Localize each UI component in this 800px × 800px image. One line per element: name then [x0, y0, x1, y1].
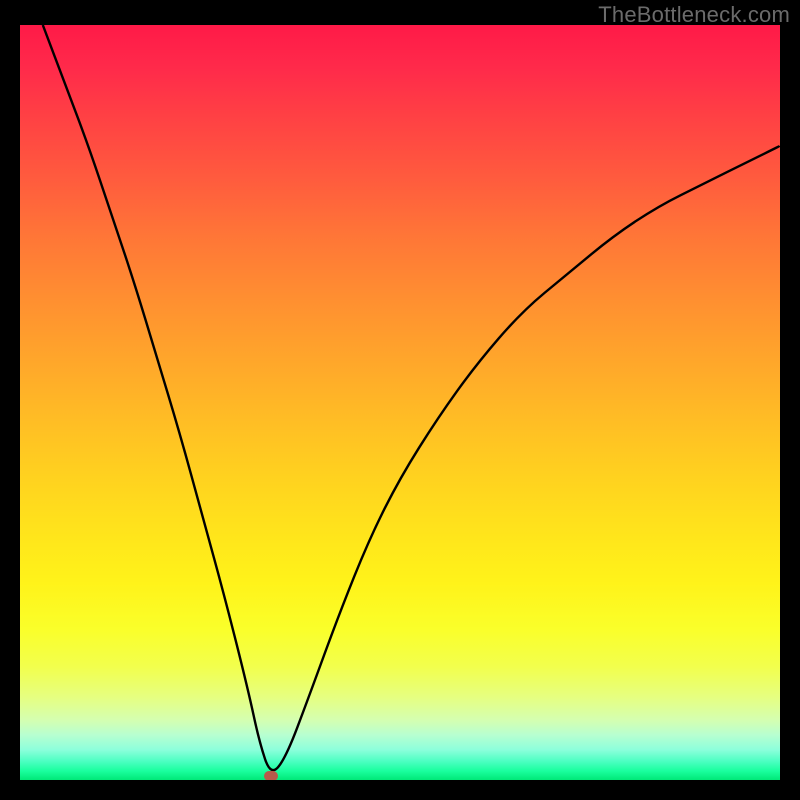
- bottleneck-curve: [43, 25, 780, 770]
- chart-frame: TheBottleneck.com: [0, 0, 800, 800]
- curve-svg: [20, 25, 780, 780]
- optimal-point-marker: [264, 771, 278, 780]
- plot-area: [20, 25, 780, 780]
- watermark-text: TheBottleneck.com: [598, 2, 790, 28]
